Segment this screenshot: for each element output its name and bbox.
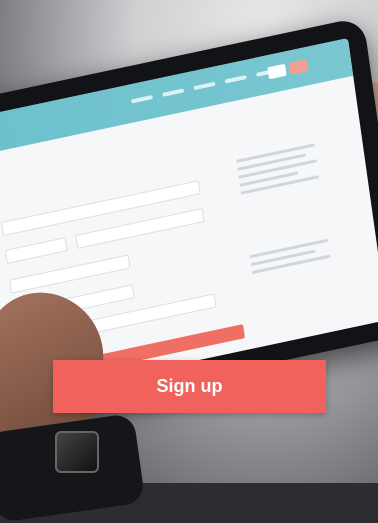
nav-link [193,81,216,91]
sign-up-button[interactable]: Sign up [53,360,326,413]
nav-link [224,75,247,84]
nav-button-red [288,59,309,75]
nav-link [162,88,185,97]
nav-links [130,68,279,104]
title-field [4,237,68,264]
nav-link [130,94,153,104]
wristwatch [55,431,99,473]
nav-button-white [267,63,287,80]
